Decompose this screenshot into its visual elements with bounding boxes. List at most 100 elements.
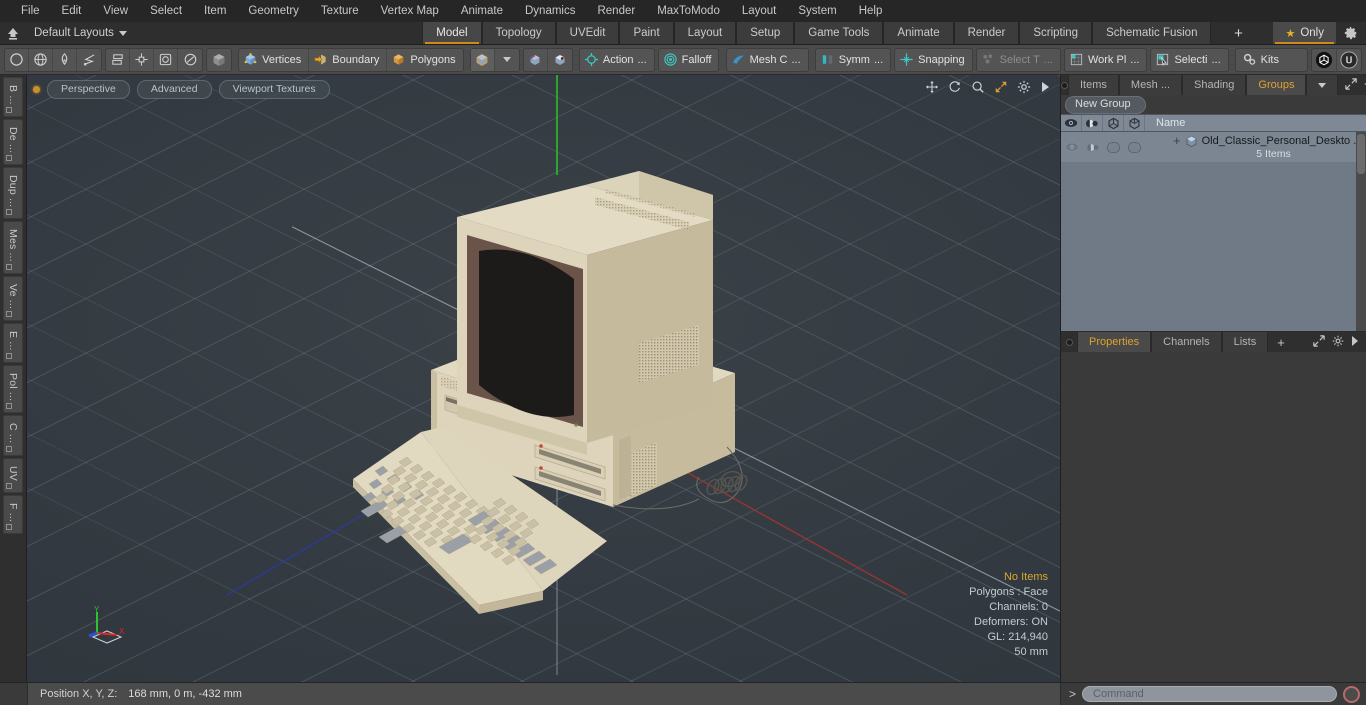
panel-tab-lists[interactable]: Lists xyxy=(1221,332,1269,352)
viewport-shading-pill[interactable]: Advanced xyxy=(136,80,212,99)
gear-icon[interactable] xyxy=(1017,80,1031,97)
wireframe-icon[interactable] xyxy=(1124,115,1145,131)
menu-item-animate[interactable]: Animate xyxy=(450,0,514,22)
rounded-square-icon[interactable] xyxy=(154,48,178,71)
panel-tab-channels[interactable]: Channels xyxy=(1151,332,1222,352)
perspective-viewport[interactable]: Perspective Advanced Viewport Textures N… xyxy=(27,75,1060,682)
eye-icon[interactable] xyxy=(1061,115,1082,131)
panel-tab-mesh-ops[interactable]: Mesh ... xyxy=(1118,75,1183,95)
menu-item-maxtomodo[interactable]: MaxToModo xyxy=(646,0,731,22)
unreal-icon[interactable] xyxy=(1337,49,1361,71)
falloff-button[interactable]: Falloff xyxy=(659,49,719,71)
menu-item-texture[interactable]: Texture xyxy=(310,0,370,22)
model-old-classic-personal-desktop[interactable] xyxy=(27,75,1060,675)
tab-animate[interactable]: Animate xyxy=(883,22,954,44)
menu-item-geometry[interactable]: Geometry xyxy=(237,0,310,22)
item-tree-body[interactable]: + Old_Classic_Personal_Deskto ... 5 Item… xyxy=(1061,132,1366,332)
menu-item-render[interactable]: Render xyxy=(586,0,646,22)
row-wireframe-toggle[interactable] xyxy=(1124,132,1145,162)
circle-slash-icon[interactable] xyxy=(178,49,202,71)
tab-topology[interactable]: Topology xyxy=(481,22,556,44)
select-through-button[interactable]: Select T ... xyxy=(977,49,1060,71)
tab-layout[interactable]: Layout xyxy=(673,22,737,44)
left-tab-edge[interactable]: E ... xyxy=(3,323,23,364)
circle-icon[interactable] xyxy=(5,48,29,71)
menu-item-edit[interactable]: Edit xyxy=(51,0,93,22)
layout-selector[interactable]: Default Layouts xyxy=(26,22,133,44)
unity-icon[interactable] xyxy=(1312,48,1337,71)
row-render-toggle[interactable] xyxy=(1103,132,1124,162)
left-tab-basic[interactable]: B ... xyxy=(3,77,23,117)
record-icon[interactable] xyxy=(1343,685,1360,703)
lasso-icon[interactable] xyxy=(77,49,101,71)
tab-scripting[interactable]: Scripting xyxy=(1019,22,1093,44)
render-icon[interactable] xyxy=(1103,115,1124,131)
left-tab-mesh-edit[interactable]: Mes ... xyxy=(3,221,23,275)
add-lower-tab-button[interactable]: + xyxy=(1268,332,1294,352)
globe-icon[interactable] xyxy=(29,48,53,71)
menu-item-select[interactable]: Select xyxy=(139,0,193,22)
menu-item-layout[interactable]: Layout xyxy=(731,0,788,22)
menu-item-help[interactable]: Help xyxy=(848,0,894,22)
tab-render[interactable]: Render xyxy=(953,22,1020,44)
left-tab-fusion[interactable]: F ... xyxy=(3,494,23,534)
new-group-button[interactable]: New Group xyxy=(1065,95,1146,114)
tab-uvedit[interactable]: UVEdit xyxy=(555,22,620,44)
play-icon[interactable] xyxy=(1040,81,1050,96)
chevron-down-icon[interactable] xyxy=(495,49,519,71)
tree-scrollbar[interactable] xyxy=(1356,132,1366,331)
cube-gray-icon[interactable] xyxy=(207,49,231,71)
play-icon[interactable] xyxy=(1351,335,1359,349)
kits-button[interactable]: Kits xyxy=(1236,49,1307,71)
gear-icon[interactable] xyxy=(1336,22,1366,44)
only-toggle-button[interactable]: ★ Only xyxy=(1273,22,1336,44)
cube-pivot-icon[interactable] xyxy=(524,48,548,71)
tab-game-tools[interactable]: Game Tools xyxy=(794,22,884,44)
add-tab-button[interactable]: + xyxy=(1211,22,1265,44)
selection-mode-boundary[interactable]: Boundary xyxy=(309,48,388,71)
stack-icon[interactable] xyxy=(106,48,130,71)
cube-pivot2-icon[interactable] xyxy=(548,49,572,71)
tab-model[interactable]: Model xyxy=(422,22,482,44)
gear-icon[interactable] xyxy=(1332,335,1344,350)
row-name-cell[interactable]: + Old_Classic_Personal_Deskto ... 5 Item… xyxy=(1145,132,1366,162)
move-icon[interactable] xyxy=(925,80,939,97)
chevron-down-icon[interactable] xyxy=(1306,75,1339,95)
work-plane-button[interactable]: Work Pl ... xyxy=(1065,49,1146,71)
zoom-icon[interactable] xyxy=(971,80,985,97)
menu-item-view[interactable]: View xyxy=(92,0,139,22)
shade-icon[interactable] xyxy=(1082,115,1103,131)
selection-mode-vertices[interactable]: Vertices xyxy=(239,48,310,71)
row-shading-toggle[interactable] xyxy=(1082,132,1103,162)
menu-item-item[interactable]: Item xyxy=(193,0,237,22)
snapping-button[interactable]: Snapping xyxy=(895,49,972,71)
panel-tab-properties[interactable]: Properties xyxy=(1077,332,1152,352)
left-tab-uv[interactable]: UV xyxy=(3,457,23,493)
row-visibility-toggle[interactable] xyxy=(1061,132,1082,162)
pen-icon[interactable] xyxy=(53,48,77,71)
menu-item-dynamics[interactable]: Dynamics xyxy=(514,0,586,22)
menu-item-file[interactable]: File xyxy=(10,0,51,22)
menu-item-vertex-map[interactable]: Vertex Map xyxy=(370,0,450,22)
tab-schematic-fusion[interactable]: Schematic Fusion xyxy=(1092,22,1212,44)
panel-tab-groups[interactable]: Groups xyxy=(1246,75,1307,95)
left-tab-vertex[interactable]: Ve ... xyxy=(3,276,23,322)
menu-item-system[interactable]: System xyxy=(787,0,847,22)
action-center-button[interactable]: Action ... xyxy=(580,49,654,71)
command-input[interactable] xyxy=(1082,686,1337,702)
left-tab-duplicate[interactable]: Dup ... xyxy=(3,166,23,220)
cube-amber-icon[interactable] xyxy=(470,48,495,71)
left-tab-polygon[interactable]: Pol ... xyxy=(3,365,23,414)
selection-mode-polygons[interactable]: Polygons xyxy=(387,49,462,71)
panel-tab-shading[interactable]: Shading xyxy=(1182,75,1247,95)
left-tab-deform[interactable]: De ... xyxy=(3,118,23,165)
rotate-icon[interactable] xyxy=(948,80,962,97)
panel-tab-items[interactable]: Items xyxy=(1068,75,1119,95)
tab-paint[interactable]: Paint xyxy=(619,22,674,44)
crosshair-box-icon[interactable] xyxy=(130,48,154,71)
expand-icon[interactable] xyxy=(1313,334,1325,350)
expand-icon[interactable] xyxy=(1345,77,1358,93)
table-row[interactable]: + Old_Classic_Personal_Deskto ... 5 Item… xyxy=(1061,132,1366,162)
mesh-constraint-button[interactable]: Mesh C ... xyxy=(727,49,808,71)
viewport-textures-pill[interactable]: Viewport Textures xyxy=(218,80,330,99)
